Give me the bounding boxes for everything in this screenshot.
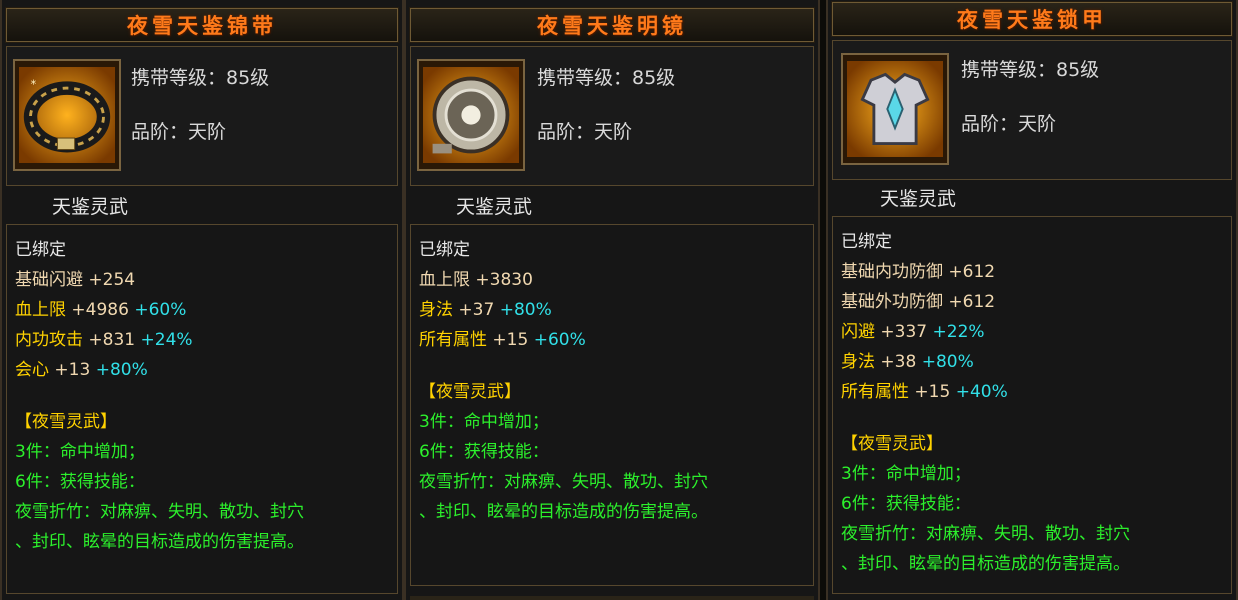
set-bonus-line: 3件：命中增加； (841, 464, 971, 484)
set-bonus-line: 6件：获得技能： (15, 472, 145, 492)
item-icon-slot[interactable] (841, 53, 949, 165)
set-title: 【夜雪灵武】 (419, 382, 521, 402)
stat-row: 基础内功防御 +612 (841, 262, 996, 282)
item-grade: 品阶：天阶 (131, 121, 227, 143)
stat-row: 身法 +38 +80% (841, 352, 974, 372)
set-bonus-line: 6件：获得技能： (841, 494, 971, 514)
set-title: 【夜雪灵武】 (841, 434, 943, 454)
item-grade: 品阶：天阶 (961, 113, 1057, 135)
set-title: 【夜雪灵武】 (15, 412, 117, 432)
stat-row: 所有属性 +15 +60% (419, 330, 586, 350)
stat-row: 身法 +37 +80% (419, 300, 552, 320)
item-icon-slot[interactable]: * (13, 59, 121, 171)
set-bonus-line: 3件：命中增加； (419, 412, 549, 432)
item-title: 夜雪天鉴明镜 (409, 7, 815, 43)
item-header: 携带等级：85级 品阶：天阶 (410, 46, 814, 186)
stat-row: 会心 +13 +80% (15, 360, 148, 380)
set-bonus-line: 、封印、眩晕的目标造成的伤害提高。 (15, 532, 304, 552)
item-grade: 品阶：天阶 (537, 121, 633, 143)
set-bonus-line: 、封印、眩晕的目标造成的伤害提高。 (419, 502, 708, 522)
set-bonus-line: 夜雪折竹：对麻痹、失明、散功、封穴 (419, 472, 708, 492)
bound-status: 已绑定 (15, 240, 66, 260)
item-attributes: 已绑定 基础闪避 +254 血上限 +4986 +60% 内功攻击 +831 +… (6, 224, 398, 594)
set-name-label: 天鉴灵武 (880, 188, 957, 210)
armor-icon (847, 61, 943, 157)
stat-row: 所有属性 +15 +40% (841, 382, 1008, 402)
stat-row: 闪避 +337 +22% (841, 322, 985, 342)
set-bonus-line: 、封印、眩晕的目标造成的伤害提高。 (841, 554, 1130, 574)
carry-level: 携带等级：85级 (537, 67, 676, 89)
stat-row: 血上限 +4986 +60% (15, 300, 187, 320)
stat-row: 内功攻击 +831 +24% (15, 330, 193, 350)
item-attributes: 已绑定 基础内功防御 +612 基础外功防御 +612 闪避 +337 +22%… (832, 216, 1232, 594)
carry-level: 携带等级：85级 (961, 59, 1100, 81)
set-bonus-line: 6件：获得技能： (419, 442, 549, 462)
bound-status: 已绑定 (419, 240, 470, 260)
item-title: 夜雪天鉴锦带 (5, 7, 399, 43)
item-attributes: 已绑定 血上限 +3830 身法 +37 +80% 所有属性 +15 +60% … (410, 224, 814, 586)
item-title: 夜雪天鉴锁甲 (831, 1, 1233, 37)
set-bonus-line: 夜雪折竹：对麻痹、失明、散功、封穴 (15, 502, 304, 522)
item-icon-slot[interactable] (417, 59, 525, 171)
carry-level: 携带等级：85级 (131, 67, 270, 89)
set-name-label: 天鉴灵武 (52, 196, 129, 218)
item-tooltip-armor: 夜雪天鉴锁甲 携带等级：85级 品阶：天阶 天鉴灵武 已绑定 基础内功防御 +6… (826, 0, 1238, 600)
item-tooltip-belt: 夜雪天鉴锦带 * 携带等级：85级 品阶：天阶 天鉴灵武 已绑定 基础闪避 +2… (0, 0, 404, 600)
svg-text:*: * (31, 77, 37, 91)
item-header: * 携带等级：85级 品阶：天阶 (6, 46, 398, 186)
frame-edge (410, 596, 814, 600)
mirror-icon (423, 67, 519, 163)
stat-row: 基础外功防御 +612 (841, 292, 996, 312)
set-bonus-line: 3件：命中增加； (15, 442, 145, 462)
set-name-label: 天鉴灵武 (456, 196, 533, 218)
set-bonus-line: 夜雪折竹：对麻痹、失明、散功、封穴 (841, 524, 1130, 544)
item-header: 携带等级：85级 品阶：天阶 (832, 40, 1232, 180)
belt-icon: * (19, 67, 115, 163)
bound-status: 已绑定 (841, 232, 892, 252)
stat-row: 基础闪避 +254 (15, 270, 136, 290)
item-tooltip-mirror: 夜雪天鉴明镜 携带等级：85级 品阶：天阶 天鉴灵武 已绑定 血上限 +3830… (404, 0, 820, 600)
stat-row: 血上限 +3830 (419, 270, 533, 290)
